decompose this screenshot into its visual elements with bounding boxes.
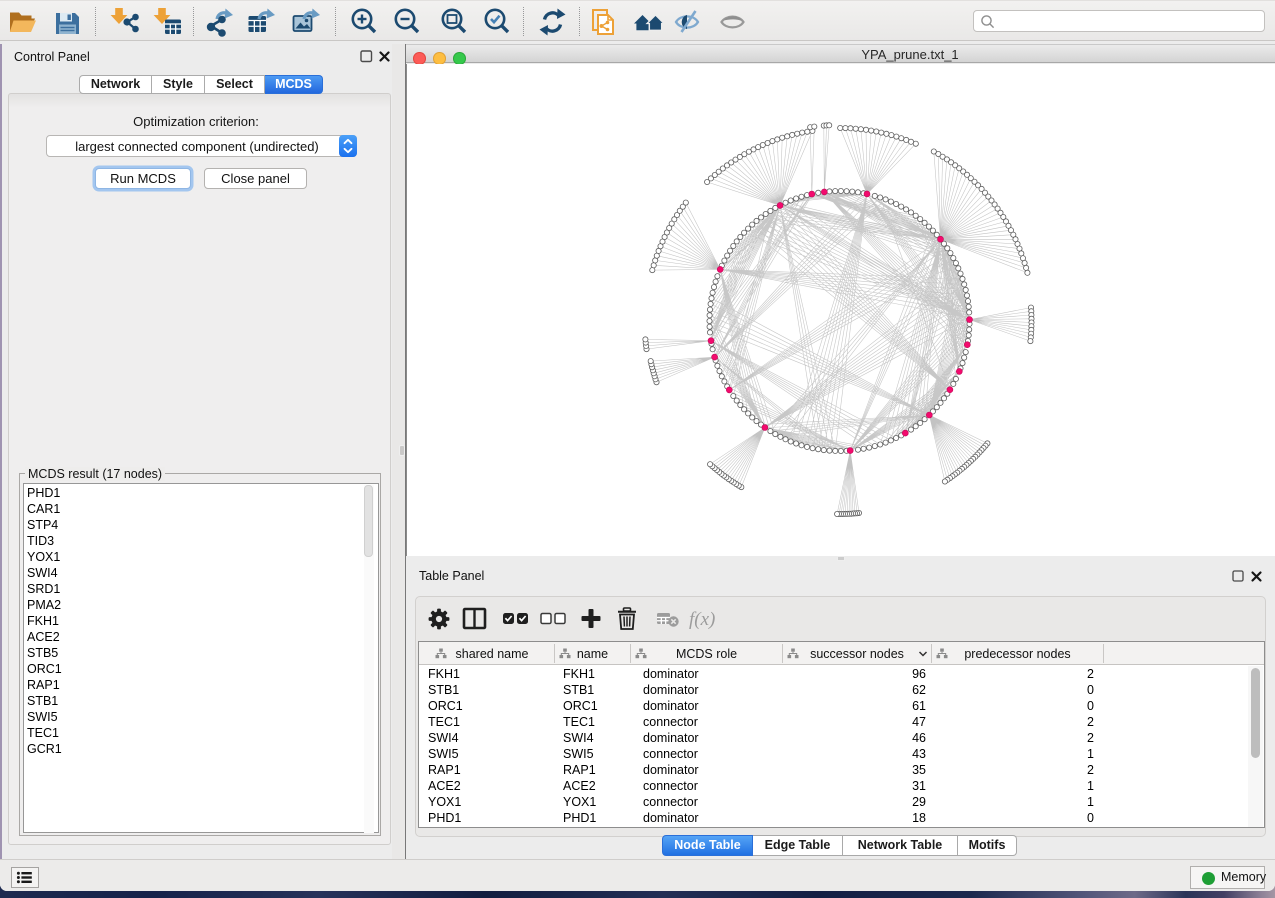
svg-text:f(x): f(x) [689, 609, 715, 630]
